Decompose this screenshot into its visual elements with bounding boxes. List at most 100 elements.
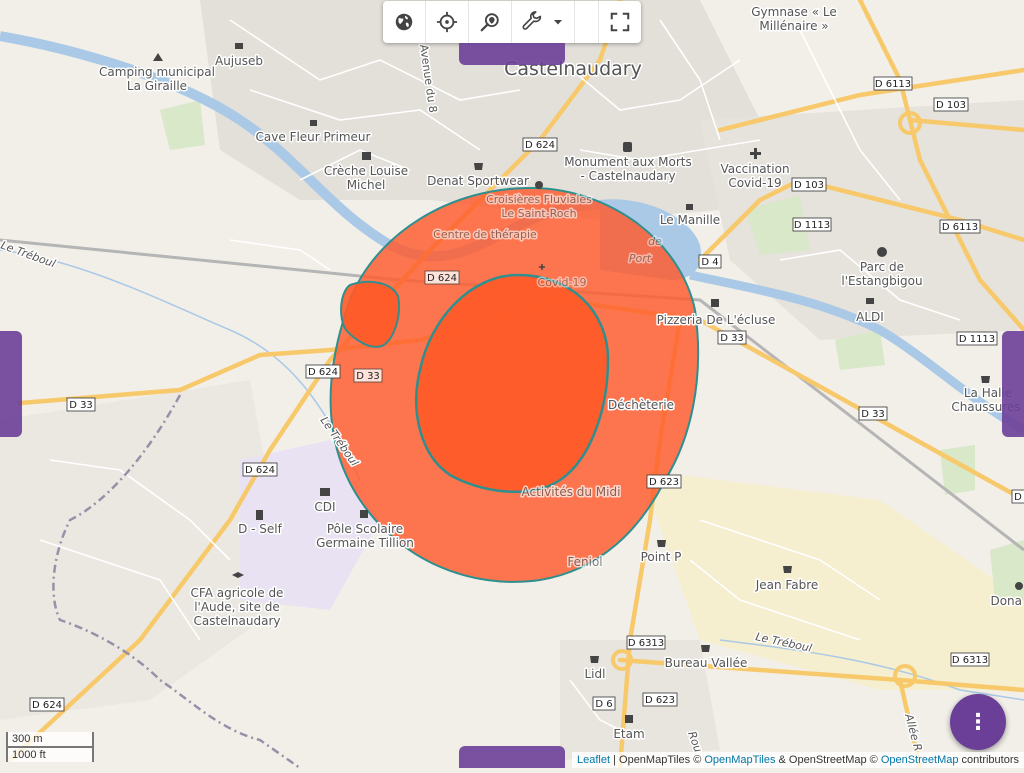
scale-imperial: 1000 ft — [6, 746, 94, 762]
cdi-label: CDI — [314, 500, 335, 514]
road-shield: D 33 — [353, 368, 383, 383]
svg-text:D: D — [1014, 492, 1022, 503]
road-shield: D 33 — [858, 406, 888, 421]
gymnase-label: Gymnase « Le — [751, 5, 837, 19]
parc-label: Parc de — [860, 260, 904, 274]
svg-text:D 624: D 624 — [427, 273, 457, 284]
road-shield: D 1113 — [792, 217, 832, 232]
panel-tab-right[interactable] — [1002, 331, 1024, 437]
svg-text:D 624: D 624 — [245, 465, 275, 476]
cart-icon — [866, 298, 874, 304]
svg-text:D 1113: D 1113 — [794, 220, 830, 231]
vaccination-label-2: Covid-19 — [728, 176, 781, 190]
road-shield: D 33 — [717, 330, 747, 345]
svg-text:D 1113: D 1113 — [959, 334, 995, 345]
road-shield: D 6313 — [950, 652, 990, 667]
road-shield: D 4 — [698, 254, 722, 269]
fenol-label: Feniol — [567, 555, 602, 569]
basket-icon-3 — [783, 566, 792, 573]
panel-tab-bottom[interactable] — [459, 746, 565, 768]
clothes-icon — [625, 715, 633, 723]
fullscreen-button[interactable] — [598, 1, 641, 43]
map-search-icon — [480, 13, 499, 32]
wrench-icon — [522, 11, 542, 30]
more-options-button[interactable]: ⋮ — [950, 694, 1006, 750]
manille-label: Le Manille — [660, 213, 720, 227]
basket-icon-2 — [657, 540, 666, 547]
road-shield: D 6113 — [939, 219, 981, 234]
road-shield: D 623 — [642, 692, 678, 707]
creche-label: Crèche Louise — [324, 164, 408, 178]
pole-label: Pôle Scolaire — [327, 522, 403, 536]
camping-label-2: La Giraille — [127, 79, 187, 93]
road-shield: D 624 — [424, 270, 460, 285]
camping-label: Camping municipal — [99, 65, 215, 79]
svg-text:D 623: D 623 — [645, 695, 675, 706]
svg-text:D 6313: D 6313 — [952, 655, 988, 666]
svg-text:D 6313: D 6313 — [628, 638, 664, 649]
bureau-label: Bureau Vallée — [665, 656, 748, 670]
denat-label: Denat Sportwear — [427, 174, 529, 188]
road-shield: D 103 — [791, 177, 827, 192]
attribution-text-2: & OpenStreetMap © — [775, 754, 881, 766]
map-canvas[interactable]: Castelnaudary Camping municipal La Girai… — [0, 0, 1024, 771]
bus-icon — [623, 142, 632, 152]
port-label-2: Port — [629, 252, 652, 265]
caret-down-icon — [554, 20, 562, 25]
crosshair-icon — [436, 11, 458, 33]
pole-label-2: Germaine Tillion — [316, 536, 414, 550]
road-shield: D — [1011, 489, 1024, 504]
svg-text:D 623: D 623 — [649, 477, 679, 488]
road-shield: D 624 — [305, 364, 341, 379]
aldi-label: ALDI — [856, 310, 884, 324]
basket-icon-4 — [701, 645, 710, 652]
park-icon-2 — [1015, 582, 1023, 590]
leaflet-link[interactable]: Leaflet — [577, 754, 610, 766]
shop-icon — [310, 120, 317, 126]
road-shield: D 1113 — [956, 331, 998, 346]
svg-text:D 33: D 33 — [356, 371, 380, 382]
croisieres-label: Croisières Fluviales — [486, 193, 592, 206]
svg-text:D 624: D 624 — [308, 367, 338, 378]
covid-label: Covid-19 — [538, 276, 587, 289]
croisieres-label-2: Le Saint-Roch — [501, 207, 576, 220]
book-icon — [320, 488, 330, 496]
basemap-button[interactable] — [383, 1, 426, 43]
road-shield: D 33 — [66, 397, 96, 412]
park-icon — [877, 247, 887, 257]
monument-label-2: - Castelnaudary — [580, 169, 675, 183]
attribution-text: | OpenMapTiles © — [610, 754, 705, 766]
svg-text:D 33: D 33 — [720, 333, 744, 344]
attribution: Leaflet | OpenMapTiles © OpenMapTiles & … — [572, 752, 1024, 768]
svg-text:D 33: D 33 — [69, 400, 93, 411]
tools-dropdown-button[interactable] — [512, 1, 575, 43]
port-label: de — [648, 235, 662, 248]
locate-button[interactable] — [426, 1, 469, 43]
decheterie-label: Déchèterie — [608, 398, 674, 412]
road-shield: D 624 — [29, 697, 65, 712]
svg-text:D 6113: D 6113 — [875, 79, 911, 90]
svg-text:D 624: D 624 — [525, 140, 555, 151]
svg-text:D 4: D 4 — [701, 257, 718, 268]
creche-label-2: Michel — [347, 178, 386, 192]
openmaptiles-link[interactable]: OpenMapTiles — [704, 754, 775, 766]
map-toolbar — [383, 1, 641, 43]
map-tiles[interactable]: Castelnaudary Camping municipal La Girai… — [0, 0, 1024, 771]
aujuseb-label: Aujuseb — [215, 54, 263, 68]
road-shield: D 624 — [522, 137, 558, 152]
dona-label: Dona — [990, 594, 1022, 608]
road-shield: D 623 — [646, 474, 682, 489]
road-shield: D 6 — [592, 696, 616, 711]
panel-tab-left[interactable] — [0, 331, 22, 437]
pointp-label: Point P — [641, 550, 682, 564]
panel-tab-top[interactable] — [459, 43, 565, 65]
osm-link[interactable]: OpenStreetMap — [881, 754, 959, 766]
svg-text:D 624: D 624 — [32, 700, 62, 711]
shoe-shop-icon — [981, 376, 990, 383]
road-shield: D 103 — [933, 97, 969, 112]
vaccination-label: Vaccination — [720, 162, 789, 176]
search-place-button[interactable] — [469, 1, 512, 43]
jean-fabre-label: Jean Fabre — [755, 578, 819, 592]
pizzeria-label: Pizzeria De L'écluse — [657, 313, 776, 327]
lidl-label: Lidl — [585, 667, 606, 681]
